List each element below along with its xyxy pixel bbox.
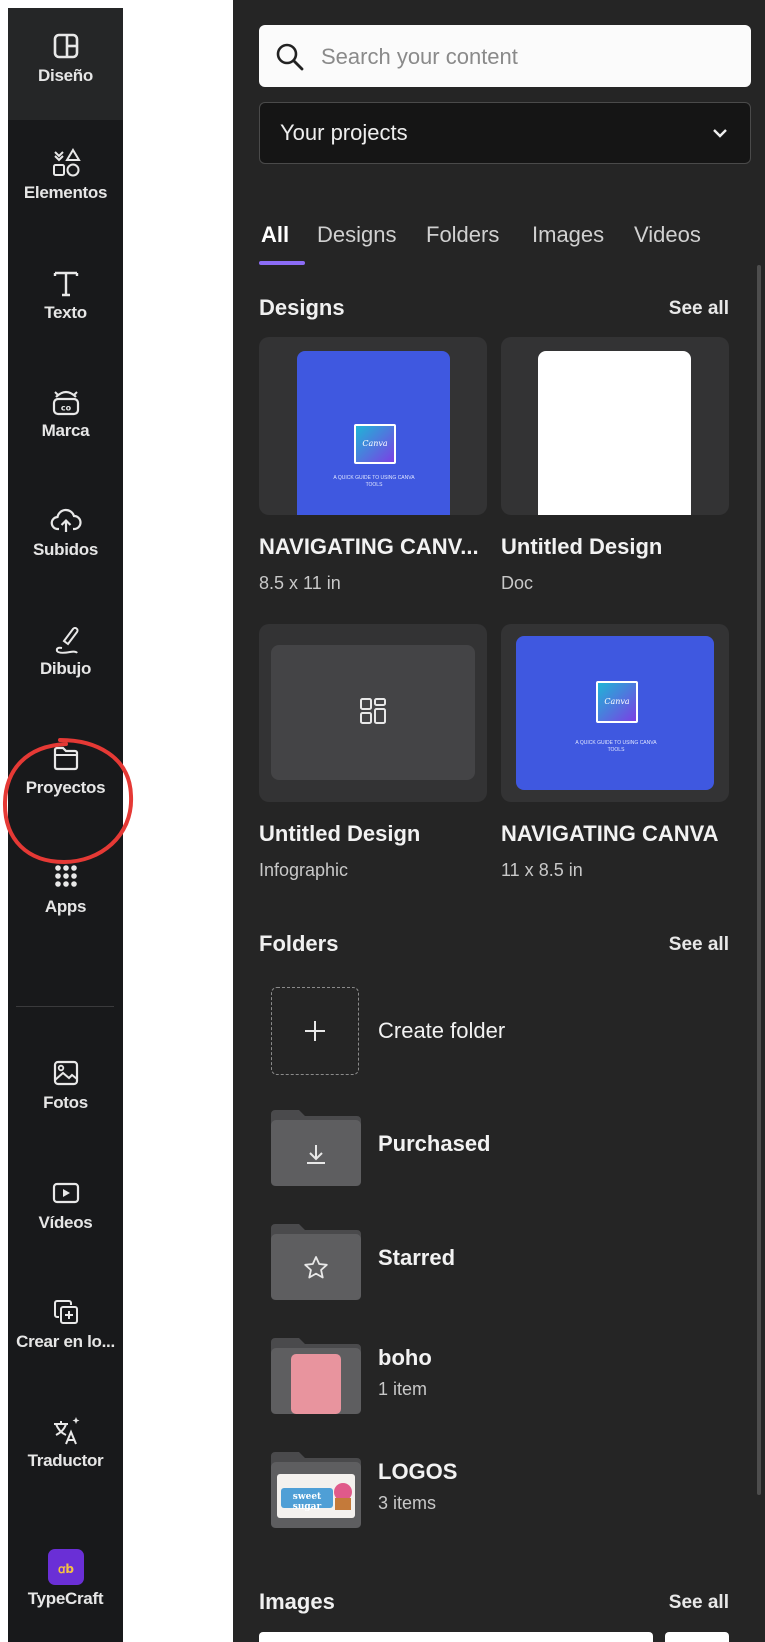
rail-item-texto[interactable]: Texto bbox=[8, 263, 123, 323]
design-name[interactable]: Untitled Design bbox=[501, 534, 662, 560]
rail-label: Elementos bbox=[23, 183, 108, 202]
create-folder-label[interactable]: Create folder bbox=[378, 1018, 505, 1044]
tab-videos[interactable]: Videos bbox=[634, 222, 701, 248]
images-see-all-link[interactable]: See all bbox=[669, 1592, 729, 1614]
shapes-icon bbox=[52, 148, 81, 177]
canva-logo: Canva bbox=[596, 681, 638, 723]
rail-item-crear-en-lote[interactable]: Crear en lo... bbox=[8, 1292, 123, 1352]
folder-thumbnail[interactable]: sweet sugar bbox=[271, 1448, 361, 1528]
designs-section-title: Designs bbox=[259, 295, 345, 320]
designs-see-all-link[interactable]: See all bbox=[669, 298, 729, 320]
design-name[interactable]: Untitled Design bbox=[259, 821, 420, 847]
cloud-upload-icon bbox=[50, 508, 82, 532]
rail-item-traductor[interactable]: Traductor bbox=[8, 1411, 123, 1471]
tab-folders[interactable]: Folders bbox=[426, 222, 499, 248]
folder-name[interactable]: boho bbox=[378, 1345, 432, 1371]
image-thumbnail[interactable] bbox=[665, 1632, 729, 1642]
canva-logo: Canva bbox=[354, 424, 396, 464]
folder-thumbnail[interactable] bbox=[271, 1106, 361, 1186]
translate-icon bbox=[53, 1417, 79, 1445]
scrollbar[interactable] bbox=[757, 265, 761, 1495]
design-thumbnail: Canva A QUICK GUIDE TO USING CANVA TOOLS bbox=[297, 351, 450, 515]
svg-text:ꭤb: ꭤb bbox=[58, 1562, 74, 1576]
content-tabs: All Designs Folders Images Videos bbox=[259, 210, 765, 266]
rail-label: Dibujo bbox=[39, 659, 92, 678]
plus-icon bbox=[305, 1021, 325, 1041]
rail-item-dibujo[interactable]: Dibujo bbox=[8, 619, 123, 679]
folder-name[interactable]: LOGOS bbox=[378, 1459, 457, 1485]
rail-label: Crear en lo... bbox=[16, 1332, 115, 1351]
folder-item-count: 1 item bbox=[378, 1379, 428, 1399]
thumbnail-caption: A QUICK GUIDE TO USING CANVA TOOLS bbox=[333, 475, 415, 488]
design-name[interactable]: NAVIGATING CANVA bbox=[501, 821, 719, 847]
rail-label: Apps bbox=[44, 897, 87, 916]
tab-images[interactable]: Images bbox=[532, 222, 604, 248]
photo-icon bbox=[53, 1060, 78, 1086]
design-card[interactable]: Canva A QUICK GUIDE TO USING CANVA TOOLS bbox=[501, 624, 729, 802]
rail-label: Vídeos bbox=[38, 1213, 93, 1232]
create-in-bulk-icon bbox=[53, 1300, 78, 1324]
layout-icon bbox=[53, 33, 78, 59]
design-name[interactable]: NAVIGATING CANV... bbox=[259, 534, 487, 560]
typecraft-app-icon: ꭤb bbox=[47, 1549, 84, 1585]
design-thumbnail bbox=[271, 645, 475, 780]
image-thumbnail[interactable] bbox=[259, 1632, 653, 1642]
rail-item-fotos[interactable]: Fotos bbox=[8, 1053, 123, 1113]
search-input[interactable] bbox=[319, 35, 743, 79]
folders-section-title: Folders bbox=[259, 931, 339, 956]
rail-label: Traductor bbox=[27, 1451, 104, 1470]
svg-text:co: co bbox=[60, 404, 71, 413]
brand-icon: co bbox=[52, 390, 79, 416]
rail-item-subidos[interactable]: Subidos bbox=[8, 500, 123, 560]
search-box bbox=[259, 25, 751, 87]
design-thumbnail: Canva A QUICK GUIDE TO USING CANVA TOOLS bbox=[516, 636, 714, 790]
design-card[interactable]: Canva A QUICK GUIDE TO USING CANVA TOOLS bbox=[259, 337, 487, 515]
folder-name[interactable]: Starred bbox=[378, 1245, 455, 1271]
rail-label: Diseño bbox=[38, 66, 93, 85]
design-meta: 8.5 x 11 in bbox=[259, 573, 341, 593]
folder-item-count: 3 items bbox=[378, 1493, 437, 1513]
rail-item-marca[interactable]: co Marca bbox=[8, 381, 123, 441]
rail-label: TypeCraft bbox=[27, 1589, 104, 1608]
logos-thumbnail-text: sweet sugar bbox=[292, 1492, 322, 1512]
rail-divider bbox=[16, 1006, 114, 1007]
download-icon bbox=[307, 1145, 325, 1164]
design-meta: Doc bbox=[501, 573, 534, 593]
folders-see-all-link[interactable]: See all bbox=[669, 934, 729, 956]
tab-all[interactable]: All bbox=[261, 222, 289, 248]
active-tab-indicator bbox=[259, 261, 305, 265]
rail-item-apps[interactable]: Apps bbox=[8, 857, 123, 917]
folder-name[interactable]: Purchased bbox=[378, 1131, 491, 1157]
tab-designs[interactable]: Designs bbox=[317, 222, 396, 248]
folder-thumbnail[interactable] bbox=[271, 1334, 361, 1414]
star-icon bbox=[304, 1256, 328, 1279]
projects-dropdown[interactable]: Your projects bbox=[259, 102, 751, 164]
infographic-placeholder-icon bbox=[360, 698, 386, 724]
rail-item-typecraft[interactable]: ꭤb TypeCraft bbox=[8, 1549, 123, 1609]
text-icon bbox=[53, 271, 78, 297]
rail-label: Fotos bbox=[43, 1093, 88, 1112]
design-meta: Infographic bbox=[259, 860, 349, 880]
search-icon bbox=[276, 43, 304, 71]
rail-item-videos[interactable]: Vídeos bbox=[8, 1173, 123, 1233]
design-meta: 11 x 8.5 in bbox=[501, 860, 583, 880]
video-icon bbox=[52, 1182, 79, 1204]
design-card[interactable] bbox=[501, 337, 729, 515]
rail-label: Texto bbox=[44, 303, 87, 322]
draw-icon bbox=[55, 627, 78, 654]
annotation-circle bbox=[2, 738, 134, 865]
rail-item-diseno[interactable]: Diseño bbox=[8, 8, 123, 120]
design-card[interactable] bbox=[259, 624, 487, 802]
thumbnail-caption: A QUICK GUIDE TO USING CANVA TOOLS bbox=[575, 740, 657, 753]
projects-dropdown-value: Your projects bbox=[280, 120, 408, 145]
projects-panel: Your projects All Designs Folders Images… bbox=[233, 0, 765, 1642]
folder-thumbnail[interactable] bbox=[271, 1220, 361, 1300]
rail-label: Subidos bbox=[33, 540, 98, 559]
design-thumbnail bbox=[538, 351, 691, 515]
images-section-title: Images bbox=[259, 1589, 335, 1614]
rail-item-elementos[interactable]: Elementos bbox=[8, 143, 123, 203]
rail-label: Marca bbox=[41, 421, 90, 440]
chevron-down-icon bbox=[713, 129, 727, 138]
create-folder-button[interactable] bbox=[271, 987, 359, 1075]
